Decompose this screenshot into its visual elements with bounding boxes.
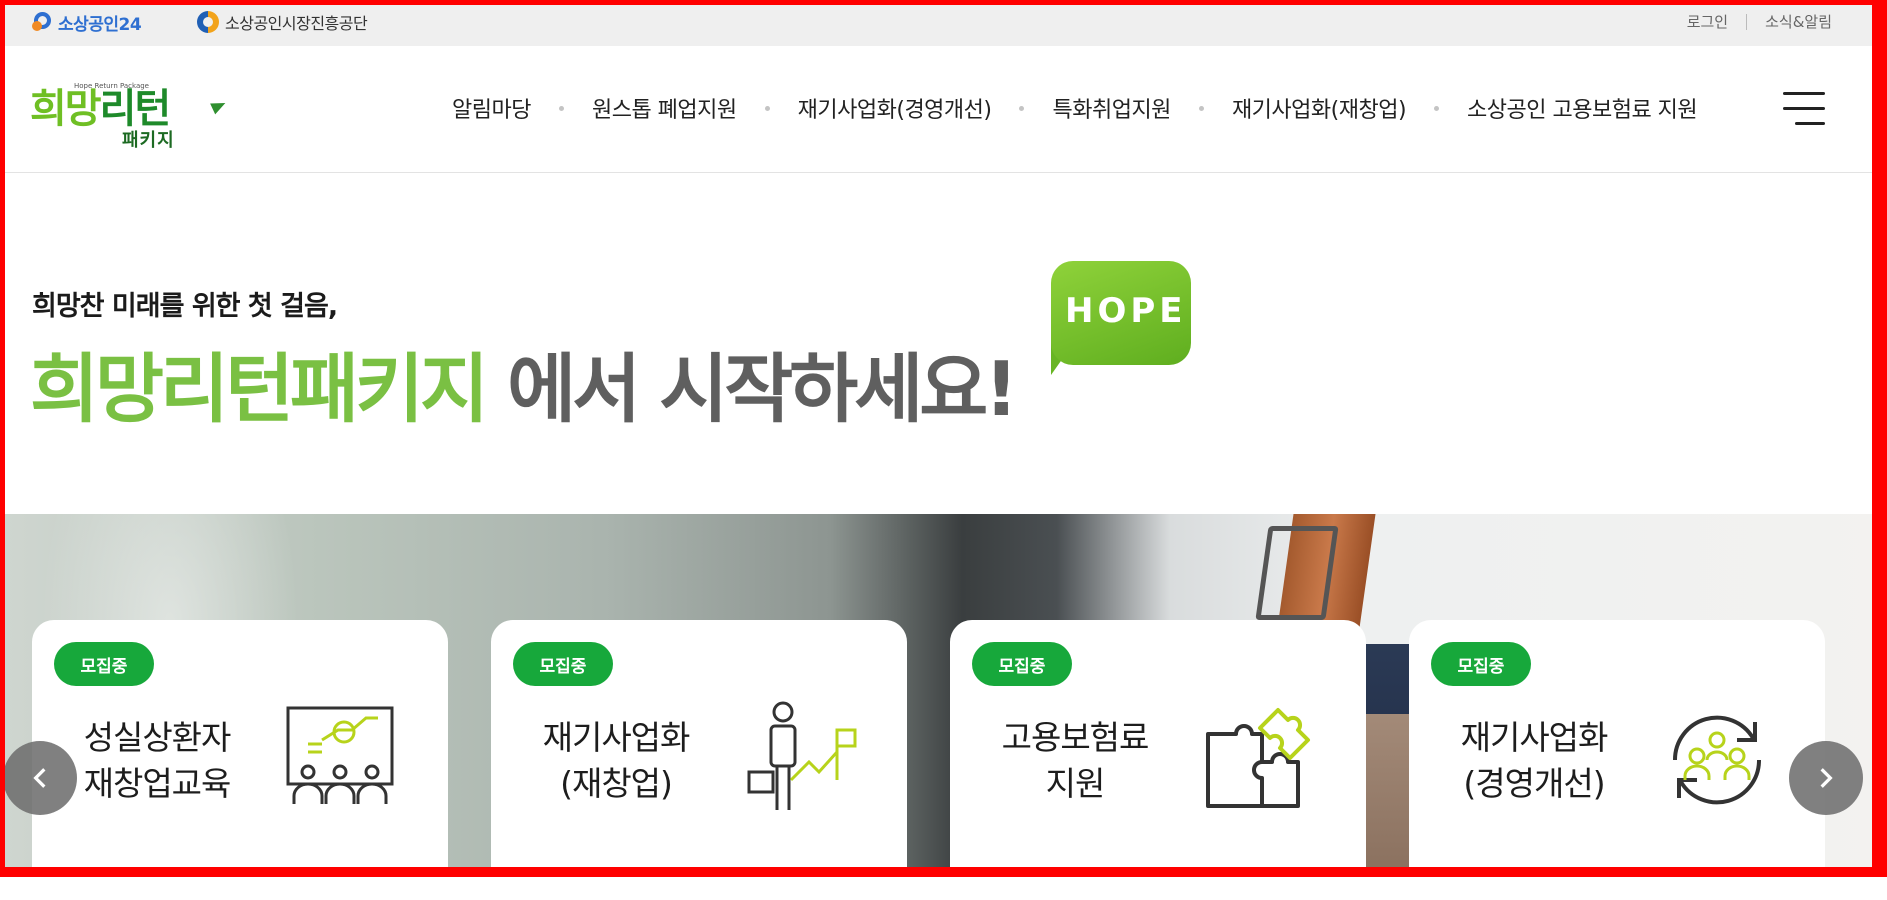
nav-separator [558,105,564,111]
utility-links: 로그인 소식&알림 [1687,11,1832,32]
hero-title: 희망리턴패키지 에서 시작하세요! [30,328,1018,437]
hope-return-package-logo[interactable]: 희망리턴 Hope Return Package 패키지 [30,74,230,151]
sosanggongin24-logo-text: 소상공인24 [58,14,142,35]
semas-logo-icon [197,11,219,33]
program-card-business-improvement[interactable]: 모집중 재기사업화 (경영개선) [1409,620,1825,900]
program-card-insurance-support[interactable]: 모집중 고용보험료 지원 [950,620,1366,900]
sosanggongin24-logo-icon [32,11,54,33]
program-card-repayment-education[interactable]: 모집중 성실상환자 재창업교육 [32,620,448,900]
hero-title-rest: 에서 시작하세요! [485,345,1018,433]
recruiting-badge: 모집중 [972,642,1072,686]
sosanggongin24-logo[interactable]: 소상공인24 [32,9,142,35]
recruiting-badge: 모집중 [1431,642,1531,686]
nav-item-insurance-support[interactable]: 소상공인 고용보험료 지원 [1467,92,1698,124]
nav-item-employment-support[interactable]: 특화취업지원 [1052,92,1171,124]
nav-separator [764,105,770,111]
main-navigation: 알림마당 원스톱 폐업지원 재기사업화(경영개선) 특화취업지원 재기사업화(재… [452,92,1698,124]
semas-logo-text: 소상공인시장진흥공단 [225,14,368,33]
news-notice-link[interactable]: 소식&알림 [1765,11,1832,32]
people-cycle-icon [1672,715,1762,805]
recruiting-badge: 모집중 [54,642,154,686]
chevron-right-icon [1820,768,1833,788]
card-title: 고용보험료 지원 [1001,718,1150,803]
card-title: 재기사업화 (재창업) [542,718,691,803]
hero-subtitle: 희망찬 미래를 위한 첫 걸음, [32,291,338,322]
semas-logo[interactable]: 소상공인시장진흥공단 [197,9,368,35]
hope-bubble-text: HOPE [1065,291,1187,331]
hope-speech-bubble: HOPE [1051,261,1191,375]
nav-separator [1198,105,1204,111]
nav-separator [1019,105,1025,111]
program-card-restartup[interactable]: 모집중 재기사업화 (재창업) [491,620,907,900]
utility-divider [1746,13,1748,30]
menu-hamburger-icon[interactable] [1783,92,1825,126]
recruiting-badge: 모집중 [513,642,613,686]
logo-sub-text: 패키지 [122,130,175,151]
presentation-icon [286,706,394,804]
slider-next-button[interactable] [1789,741,1863,815]
slider-prev-button[interactable] [3,741,77,815]
logo-english-text: Hope Return Package [74,82,149,90]
nav-item-notice[interactable]: 알림마당 [452,92,531,124]
card-title: 재기사업화 (경영개선) [1460,718,1609,803]
hero-title-brand: 희망리턴패키지 [30,345,489,433]
login-link[interactable]: 로그인 [1687,11,1728,32]
person-briefcase-flag-icon [747,701,857,810]
card-title: 성실상환자 재창업교육 [83,718,232,803]
nav-separator [1434,105,1440,111]
nav-item-restartup[interactable]: 재기사업화(재창업) [1232,92,1407,124]
top-utility-bar: 소상공인24 소상공인시장진흥공단 로그인 소식&알림 [0,0,1887,46]
chevron-left-icon [33,768,46,788]
puzzle-icon [1206,708,1310,808]
nav-item-closure-support[interactable]: 원스톱 폐업지원 [592,92,737,124]
logo-arrow-icon [210,97,228,115]
nav-item-business-improvement[interactable]: 재기사업화(경영개선) [798,92,992,124]
